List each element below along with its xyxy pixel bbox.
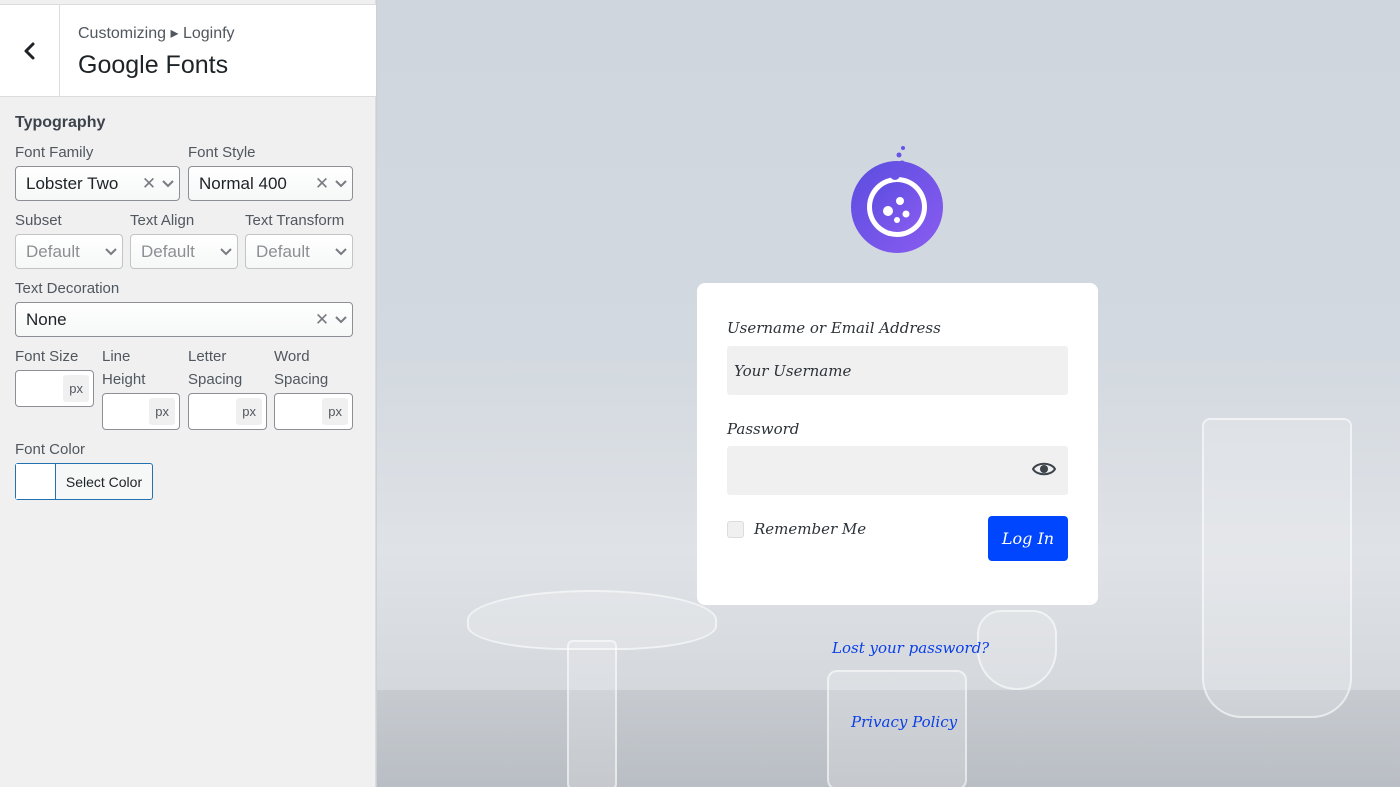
font-size-label: Font Size xyxy=(15,348,79,365)
subset-select[interactable]: Default xyxy=(15,234,123,269)
color-swatch xyxy=(16,464,56,499)
text-decoration-value: None xyxy=(26,309,67,329)
back-chevron-icon xyxy=(24,42,34,60)
clear-icon[interactable]: ✕ xyxy=(314,174,330,194)
text-transform-label: Text Transform xyxy=(245,212,345,229)
clear-icon[interactable]: ✕ xyxy=(141,174,157,194)
username-input[interactable]: Your Username xyxy=(727,346,1068,395)
line-height-label-2: Height xyxy=(102,371,146,388)
remember-me: Remember Me xyxy=(727,520,866,538)
chevron-down-icon xyxy=(330,247,352,256)
font-style-value: Normal 400 xyxy=(199,173,287,193)
username-placeholder: Your Username xyxy=(734,361,852,380)
font-style-label: Font Style xyxy=(188,144,256,161)
letter-spacing-unit: px xyxy=(236,398,262,425)
background-glass xyxy=(567,640,617,787)
line-height-label-1: Line xyxy=(102,348,131,365)
customizer-sidebar: Customizing ▸ Loginfy Google Fonts Typog… xyxy=(0,0,376,787)
font-size-input[interactable]: px xyxy=(15,370,94,407)
font-family-value: Lobster Two xyxy=(26,173,119,193)
text-transform-value: Default xyxy=(256,241,310,261)
page-title: Google Fonts xyxy=(78,51,229,79)
subset-label: Subset xyxy=(15,212,62,229)
login-preview: Username or Email Address Your Username … xyxy=(377,0,1400,787)
lost-password-link[interactable]: Lost your password? xyxy=(832,639,989,657)
chevron-down-icon xyxy=(100,247,122,256)
word-spacing-unit: px xyxy=(322,398,348,425)
word-spacing-label-2: Spacing xyxy=(274,371,329,388)
text-align-value: Default xyxy=(141,241,195,261)
letter-spacing-input[interactable]: px xyxy=(188,393,267,430)
word-spacing-input[interactable]: px xyxy=(274,393,353,430)
logo-flask-icon xyxy=(851,146,943,253)
letter-spacing-label-2: Spacing xyxy=(188,371,243,388)
font-family-select[interactable]: Lobster Two ✕ xyxy=(15,166,180,201)
letter-spacing-label-1: Letter xyxy=(188,348,227,365)
font-color-label: Font Color xyxy=(15,441,86,458)
word-spacing-label-1: Word xyxy=(274,348,310,365)
text-align-label: Text Align xyxy=(130,212,195,229)
text-transform-select[interactable]: Default xyxy=(245,234,353,269)
password-label: Password xyxy=(727,420,800,438)
font-family-label: Font Family xyxy=(15,144,94,161)
select-color-label: Select Color xyxy=(65,473,143,490)
customizer-header: Customizing ▸ Loginfy Google Fonts xyxy=(0,4,376,97)
typography-heading: Typography xyxy=(15,114,106,131)
font-style-select[interactable]: Normal 400 ✕ xyxy=(188,166,353,201)
text-align-select[interactable]: Default xyxy=(130,234,238,269)
privacy-policy-link[interactable]: Privacy Policy xyxy=(851,713,957,731)
chevron-down-icon xyxy=(330,315,352,324)
eye-icon[interactable] xyxy=(1032,460,1056,478)
login-button[interactable]: Log In xyxy=(988,516,1068,561)
background-glass xyxy=(1202,418,1352,718)
remember-me-checkbox[interactable] xyxy=(727,520,744,538)
chevron-down-icon xyxy=(330,179,352,188)
remember-me-label: Remember Me xyxy=(754,520,867,538)
line-height-unit: px xyxy=(149,398,175,425)
clear-icon[interactable]: ✕ xyxy=(314,310,330,330)
select-color-button[interactable]: Select Color xyxy=(15,463,153,500)
breadcrumb: Customizing ▸ Loginfy xyxy=(78,25,235,42)
text-decoration-label: Text Decoration xyxy=(15,280,120,297)
password-input[interactable] xyxy=(727,446,1068,495)
font-size-unit: px xyxy=(63,375,89,402)
text-decoration-select[interactable]: None ✕ xyxy=(15,302,353,337)
subset-value: Default xyxy=(26,241,80,261)
chevron-down-icon xyxy=(215,247,237,256)
line-height-input[interactable]: px xyxy=(102,393,180,430)
chevron-down-icon xyxy=(157,179,179,188)
login-card: Username or Email Address Your Username … xyxy=(697,283,1098,605)
username-label: Username or Email Address xyxy=(727,319,941,337)
back-button[interactable] xyxy=(0,5,60,97)
